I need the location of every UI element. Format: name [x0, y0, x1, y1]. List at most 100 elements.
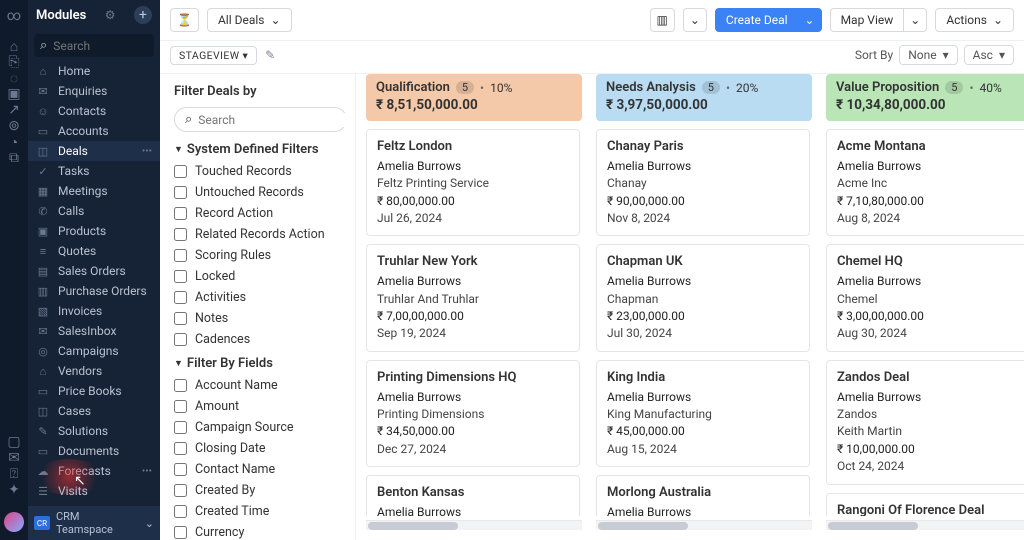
deal-card[interactable]: Chapman UKAmelia BurrowsChapman₹ 23,00,0…	[596, 244, 810, 351]
filter-group-fields[interactable]: ▼Filter By Fields	[174, 356, 347, 371]
sidebar-item-sales-orders[interactable]: ▤Sales Orders	[28, 261, 160, 281]
sidebar-item-campaigns[interactable]: ◎Campaigns	[28, 341, 160, 361]
sidebar-item-vendors[interactable]: ⌂Vendors	[28, 361, 160, 381]
filter-item[interactable]: Scoring Rules	[174, 245, 347, 266]
sidebar-item-calls[interactable]: ✆Calls	[28, 201, 160, 221]
map-view-menu[interactable]: ⌄	[903, 8, 927, 32]
filter-checkbox[interactable]	[174, 421, 187, 434]
filter-checkbox[interactable]	[174, 379, 187, 392]
create-deal-menu[interactable]: ⌄	[798, 8, 822, 32]
filter-item[interactable]: Created Time	[174, 501, 347, 522]
sidebar-item-purchase-orders[interactable]: ▥Purchase Orders	[28, 281, 160, 301]
more-icon[interactable]: •••	[142, 146, 152, 157]
filter-item[interactable]: Locked	[174, 266, 347, 287]
deal-card[interactable]: Chemel HQAmelia BurrowsChemel₹ 3,00,00,0…	[826, 244, 1024, 351]
sidebar-item-cases[interactable]: ◫Cases	[28, 401, 160, 421]
rail-icon[interactable]: ✉	[6, 450, 22, 466]
filter-checkbox[interactable]	[174, 186, 187, 199]
sidebar-item-social[interactable]: ☺Social	[28, 501, 160, 506]
filter-item[interactable]: Cadences	[174, 329, 347, 350]
filter-item[interactable]: Related Records Action	[174, 224, 347, 245]
stageview-selector[interactable]: STAGEVIEW ▾	[170, 46, 257, 65]
sidebar-item-forecasts[interactable]: ☁Forecasts↖•••	[28, 461, 160, 481]
filter-checkbox[interactable]	[174, 249, 187, 262]
sidebar-item-solutions[interactable]: ✎Solutions	[28, 421, 160, 441]
filter-item[interactable]: Created By	[174, 480, 347, 501]
filter-checkbox[interactable]	[174, 291, 187, 304]
sort-dir-selector[interactable]: Asc ▾	[964, 45, 1014, 65]
filter-item[interactable]: Touched Records	[174, 161, 347, 182]
rail-icon[interactable]: ◔	[6, 134, 22, 150]
filter-toggle[interactable]: ⏳	[170, 8, 199, 32]
sidebar-item-home[interactable]: ⌂Home	[28, 61, 160, 81]
sidebar-item-enquiries[interactable]: ✉Enquiries	[28, 81, 160, 101]
deal-card[interactable]: Feltz LondonAmelia BurrowsFeltz Printing…	[366, 129, 580, 236]
rail-icon[interactable]: ▢	[6, 434, 22, 450]
filter-checkbox[interactable]	[174, 207, 187, 220]
rail-icon[interactable]: ⌂	[6, 38, 22, 54]
deal-card[interactable]: Truhlar New YorkAmelia BurrowsTruhlar An…	[366, 244, 580, 351]
rail-icon[interactable]: ▣	[6, 86, 22, 102]
sidebar-item-contacts[interactable]: ☺Contacts	[28, 101, 160, 121]
rail-icon[interactable]: ⍰	[6, 466, 22, 482]
deal-card[interactable]: Acme MontanaAmelia BurrowsAcme Inc₹ 7,10…	[826, 129, 1024, 236]
filter-checkbox[interactable]	[174, 463, 187, 476]
h-scrollbar[interactable]	[826, 520, 1024, 530]
more-icon[interactable]: •••	[142, 466, 152, 477]
h-scrollbar[interactable]	[596, 520, 812, 530]
stage-header[interactable]: Needs Analysis5•20%₹ 3,97,50,000.00	[596, 74, 812, 121]
filter-checkbox[interactable]	[174, 442, 187, 455]
filter-checkbox[interactable]	[174, 526, 187, 539]
deal-card[interactable]: Rangoni Of Florence DealHeather WoodsRan…	[826, 493, 1024, 516]
filter-checkbox[interactable]	[174, 228, 187, 241]
sidebar-item-visits[interactable]: ☰Visits	[28, 481, 160, 501]
filter-search[interactable]: ⌕	[174, 107, 347, 132]
filter-item[interactable]: Activities	[174, 287, 347, 308]
filter-group-system[interactable]: ▼System Defined Filters	[174, 142, 347, 157]
filter-search-input[interactable]	[198, 113, 354, 127]
avatar[interactable]	[4, 512, 24, 532]
teamspace-switcher[interactable]: CR CRM Teamspace ⌄	[28, 506, 160, 540]
sidebar-item-documents[interactable]: ▭Documents	[28, 441, 160, 461]
deal-card[interactable]: Chanay ParisAmelia BurrowsChanay₹ 90,00,…	[596, 129, 810, 236]
rail-icon[interactable]: ⎘	[6, 54, 22, 70]
stage-header[interactable]: Value Proposition5•40%₹ 10,34,80,000.00	[826, 74, 1024, 121]
sidebar-item-deals[interactable]: ◫Deals•••	[28, 141, 160, 161]
sidebar-item-invoices[interactable]: ▧Invoices	[28, 301, 160, 321]
filter-checkbox[interactable]	[174, 333, 187, 346]
rail-icon[interactable]: ↗	[6, 102, 22, 118]
deal-card[interactable]: King IndiaAmelia BurrowsKing Manufacturi…	[596, 360, 810, 467]
deal-card[interactable]: Zandos DealAmelia BurrowsZandosKeith Mar…	[826, 360, 1024, 485]
sidebar-item-tasks[interactable]: ✓Tasks	[28, 161, 160, 181]
gear-icon[interactable]: ⚙	[105, 8, 116, 22]
deal-card[interactable]: Morlong AustraliaAmelia BurrowsMorlong A…	[596, 475, 810, 516]
sort-field-selector[interactable]: None ▾	[899, 45, 957, 65]
sidebar-item-salesinbox[interactable]: ✉SalesInbox	[28, 321, 160, 341]
sidebar-item-accounts[interactable]: ▭Accounts	[28, 121, 160, 141]
filter-item[interactable]: Contact Name	[174, 459, 347, 480]
deal-card[interactable]: Printing Dimensions HQAmelia BurrowsPrin…	[366, 360, 580, 467]
create-deal-button[interactable]: Create Deal	[715, 8, 798, 32]
filter-checkbox[interactable]	[174, 270, 187, 283]
filter-checkbox[interactable]	[174, 505, 187, 518]
filter-item[interactable]: Record Action	[174, 203, 347, 224]
deal-card[interactable]: Benton KansasAmelia BurrowsBenton₹ 12,00…	[366, 475, 580, 516]
rail-icon[interactable]: ⊚	[6, 118, 22, 134]
map-view-button[interactable]: Map View	[830, 8, 904, 32]
filter-item[interactable]: Notes	[174, 308, 347, 329]
sidebar-item-price-books[interactable]: ▭Price Books	[28, 381, 160, 401]
filter-checkbox[interactable]	[174, 312, 187, 325]
sidebar-item-meetings[interactable]: ▦Meetings	[28, 181, 160, 201]
filter-item[interactable]: Untouched Records	[174, 182, 347, 203]
actions-menu[interactable]: Actions ⌄	[935, 8, 1014, 32]
rail-icon[interactable]: ⧉	[6, 150, 22, 166]
filter-checkbox[interactable]	[174, 400, 187, 413]
logo-icon[interactable]: ∞	[6, 8, 22, 24]
edit-columns-button[interactable]: ✎	[265, 48, 275, 62]
filter-item[interactable]: Currency	[174, 522, 347, 540]
sidebar-item-products[interactable]: ▣Products	[28, 221, 160, 241]
layout-button[interactable]: ▥	[650, 8, 675, 32]
h-scrollbar[interactable]	[366, 520, 582, 530]
filter-checkbox[interactable]	[174, 165, 187, 178]
filter-checkbox[interactable]	[174, 484, 187, 497]
